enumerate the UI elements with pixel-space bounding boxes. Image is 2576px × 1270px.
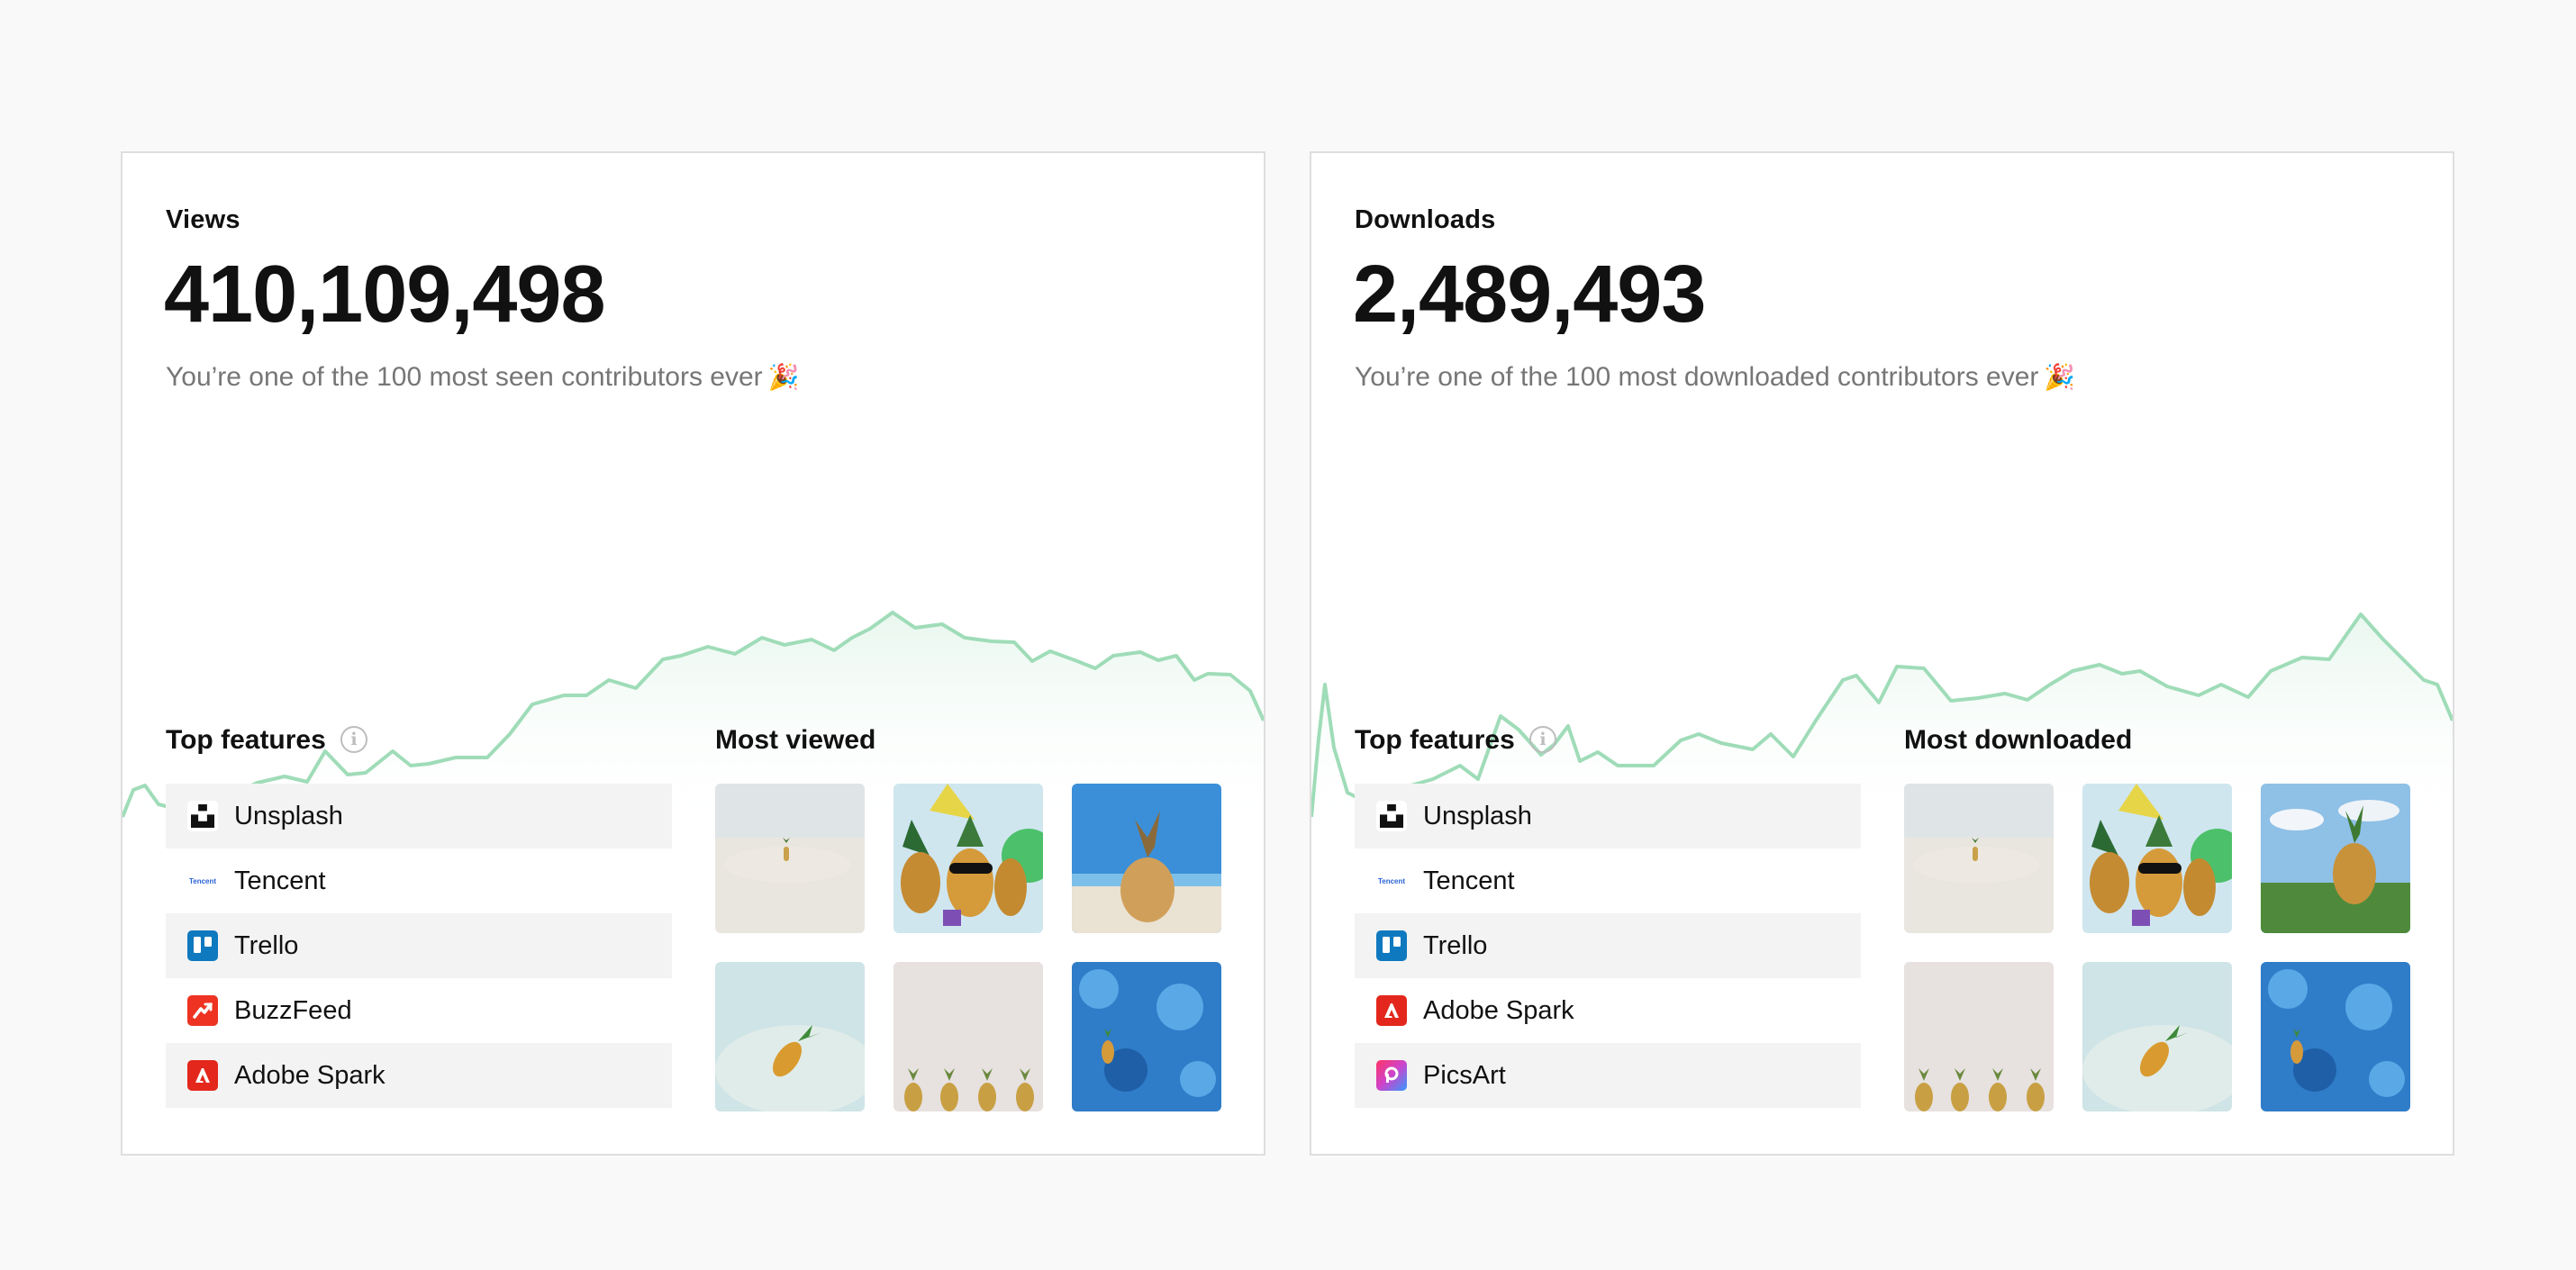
info-icon[interactable]: i	[1529, 726, 1556, 753]
feature-label: BuzzFeed	[234, 995, 352, 1025]
tencent-logo-icon: Tencent	[1376, 866, 1407, 896]
feature-item-buzzfeed[interactable]: BuzzFeed	[166, 978, 672, 1043]
adobe-spark-logo-icon	[187, 1060, 218, 1091]
feature-item-adobe-spark[interactable]: Adobe Spark	[166, 1043, 672, 1108]
views-value: 410,109,498	[164, 249, 605, 340]
picsart-logo-icon	[1376, 1060, 1407, 1091]
tencent-logo-icon: Tencent	[187, 866, 218, 896]
feature-item-adobe-spark[interactable]: Adobe Spark	[1355, 978, 1861, 1043]
photo-thumbnail[interactable]	[893, 784, 1043, 933]
feature-label: Trello	[1423, 930, 1488, 960]
views-gallery-title: Most viewed	[715, 725, 876, 755]
photo-thumbnail[interactable]	[2261, 784, 2410, 933]
feature-label: PicsArt	[1423, 1060, 1506, 1090]
views-note: You’re one of the 100 most seen contribu…	[166, 362, 800, 393]
views-note-text: You’re one of the 100 most seen contribu…	[166, 362, 763, 392]
feature-item-tencent[interactable]: Tencent Tencent	[166, 848, 672, 913]
feature-item-unsplash[interactable]: Unsplash	[166, 784, 672, 848]
feature-label: Trello	[234, 930, 299, 960]
downloads-gallery-title: Most downloaded	[1904, 725, 2133, 755]
feature-label: Tencent	[1423, 866, 1515, 895]
downloads-features-title: Top features	[1355, 725, 1515, 755]
photo-thumbnail[interactable]	[1904, 784, 2054, 933]
downloads-note-text: You’re one of the 100 most downloaded co…	[1355, 362, 2039, 392]
unsplash-logo-icon	[187, 801, 218, 831]
photo-thumbnail[interactable]	[2082, 784, 2232, 933]
views-features-list: Unsplash Tencent Tencent Trello BuzzFeed…	[166, 784, 672, 1108]
trello-logo-icon	[187, 930, 218, 961]
downloads-value: 2,489,493	[1353, 249, 1706, 340]
views-card: Views 410,109,498 You’re one of the 100 …	[121, 151, 1265, 1156]
photo-thumbnail[interactable]	[715, 784, 865, 933]
views-features-title: Top features	[166, 725, 326, 755]
downloads-sparkline	[1311, 612, 2453, 838]
info-icon[interactable]: i	[340, 726, 367, 753]
feature-item-unsplash[interactable]: Unsplash	[1355, 784, 1861, 848]
feature-label: Unsplash	[1423, 801, 1532, 830]
feature-item-trello[interactable]: Trello	[1355, 913, 1861, 978]
downloads-note: You’re one of the 100 most downloaded co…	[1355, 362, 2075, 393]
photo-thumbnail[interactable]	[2261, 962, 2410, 1111]
photo-thumbnail[interactable]	[893, 962, 1043, 1111]
views-sparkline	[122, 611, 1264, 838]
downloads-label: Downloads	[1355, 205, 1496, 234]
feature-label: Adobe Spark	[1423, 995, 1574, 1025]
photo-thumbnail[interactable]	[1072, 962, 1221, 1111]
feature-item-picsart[interactable]: PicsArt	[1355, 1043, 1861, 1108]
feature-label: Adobe Spark	[234, 1060, 385, 1090]
downloads-card: Downloads 2,489,493 You’re one of the 10…	[1310, 151, 2454, 1156]
photo-thumbnail[interactable]	[1904, 962, 2054, 1111]
adobe-spark-logo-icon	[1376, 995, 1407, 1026]
party-popper-icon: 🎉	[2044, 363, 2076, 391]
feature-label: Unsplash	[234, 801, 343, 830]
views-gallery	[715, 784, 1221, 1111]
buzzfeed-logo-icon	[187, 995, 218, 1026]
views-label: Views	[166, 205, 240, 234]
feature-item-trello[interactable]: Trello	[166, 913, 672, 978]
downloads-gallery	[1904, 784, 2410, 1111]
party-popper-icon: 🎉	[767, 363, 800, 391]
trello-logo-icon	[1376, 930, 1407, 961]
downloads-features-list: Unsplash Tencent Tencent Trello Adobe Sp…	[1355, 784, 1861, 1108]
tencent-wordmark: Tencent	[188, 876, 217, 885]
feature-label: Tencent	[234, 866, 326, 895]
photo-thumbnail[interactable]	[2082, 962, 2232, 1111]
unsplash-logo-icon	[1376, 801, 1407, 831]
photo-thumbnail[interactable]	[715, 962, 865, 1111]
feature-item-tencent[interactable]: Tencent Tencent	[1355, 848, 1861, 913]
tencent-wordmark: Tencent	[1377, 876, 1406, 885]
photo-thumbnail[interactable]	[1072, 784, 1221, 933]
